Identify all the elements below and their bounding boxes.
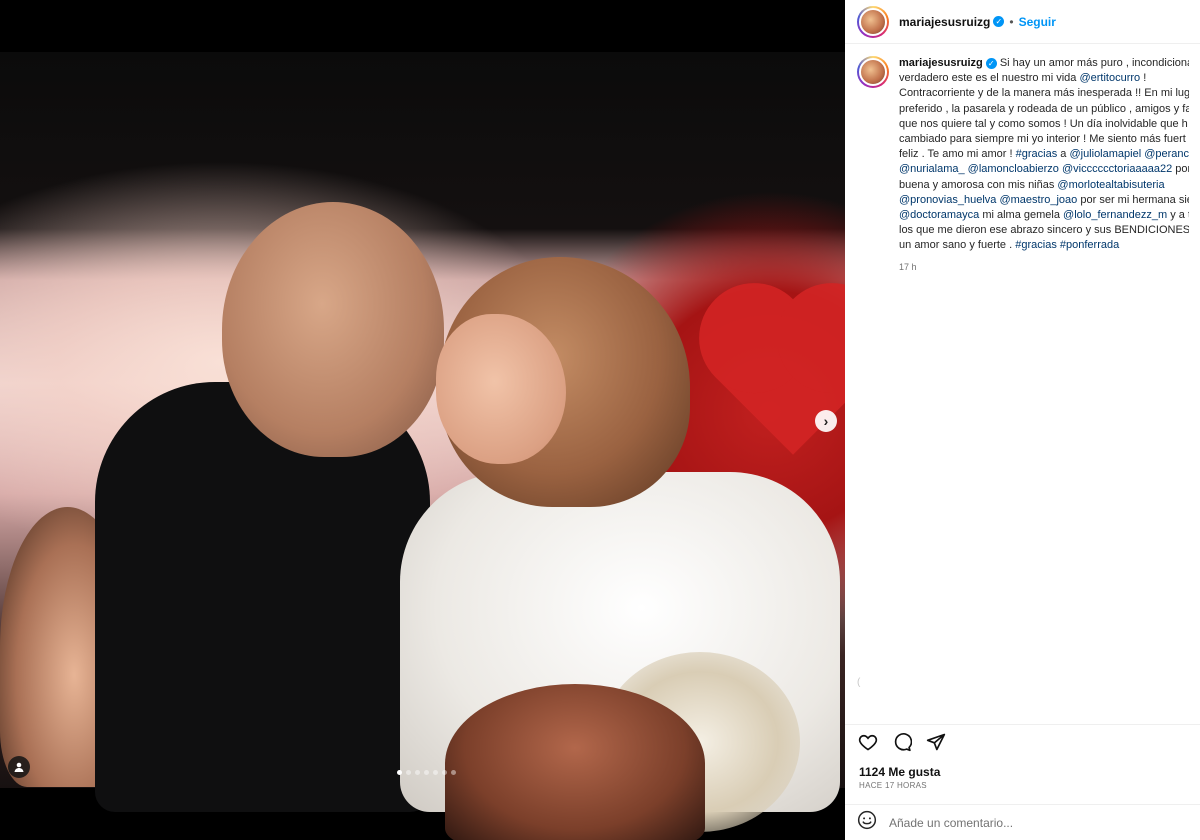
caption-username[interactable]: mariajesusruizg bbox=[899, 57, 983, 69]
emoji-icon[interactable] bbox=[857, 810, 877, 835]
verified-badge-icon: ✓ bbox=[985, 57, 997, 69]
caption-line: @nurialama_ @lamoncloabierzo @viccccccto… bbox=[899, 163, 1189, 176]
user-tag-icon[interactable] bbox=[8, 756, 30, 778]
post-header: mariajesusruizg ✓ • Seguir bbox=[845, 0, 1200, 44]
caption-line: Contracorriente y de la manera más inesp… bbox=[899, 87, 1189, 100]
child-head-foreground bbox=[445, 684, 705, 840]
caption-line: que nos quiere tal y como somos ! Un día… bbox=[899, 117, 1188, 130]
comment-box bbox=[845, 804, 1200, 840]
caption-lines: mariajesusruizg ✓ Si hay un amor más puro… bbox=[899, 56, 1189, 254]
mention-link[interactable]: @peranc bbox=[1144, 148, 1189, 160]
avatar[interactable] bbox=[857, 5, 889, 38]
mention-link[interactable]: @ertitocurro bbox=[1079, 72, 1140, 84]
action-bar bbox=[845, 724, 1200, 758]
caption-line: buena y amorosa con mis niñas @morloteal… bbox=[899, 178, 1165, 191]
header-separator: • bbox=[1009, 14, 1014, 29]
wedding-kiss-photo[interactable] bbox=[0, 52, 845, 840]
caption-line: los que me dieron ese abrazo sincero y s… bbox=[899, 224, 1189, 237]
caption-line: un amor sano y fuerte . #gracias #ponfer… bbox=[899, 239, 1120, 252]
paper-plane-icon[interactable] bbox=[925, 731, 947, 753]
header-username[interactable]: mariajesusruizg bbox=[899, 15, 990, 29]
post-date: HACE 17 HORAS bbox=[859, 781, 927, 790]
caption-line: mariajesusruizg ✓ Si hay un amor más puro… bbox=[899, 57, 1189, 69]
mention-link[interactable]: @lolo_fernandezz_m bbox=[1063, 209, 1167, 221]
post-media[interactable]: › bbox=[0, 0, 845, 840]
caption-line: preferido , la pasarela y rodeada de un … bbox=[899, 102, 1189, 115]
carousel-dot[interactable] bbox=[442, 770, 447, 775]
caption: mariajesusruizg ✓ Si hay un amor más puro… bbox=[845, 44, 1200, 672]
follow-button[interactable]: Seguir bbox=[1019, 15, 1056, 29]
caption-avatar[interactable] bbox=[857, 56, 889, 88]
carousel-indicator bbox=[397, 770, 456, 775]
mention-link[interactable]: @morlotealtabisuteria bbox=[1057, 179, 1164, 191]
carousel-dot[interactable] bbox=[424, 770, 429, 775]
post-detail-panel: mariajesusruizg ✓ • Seguir mariajesusrui… bbox=[845, 0, 1200, 840]
hashtag-link[interactable]: #ponferrada bbox=[1060, 239, 1119, 251]
caption-line: verdadero este es el nuestro mi vida @er… bbox=[899, 72, 1147, 85]
caption-line: cambiado para siempre mi yo interior ! M… bbox=[899, 133, 1186, 146]
verified-badge-icon: ✓ bbox=[993, 16, 1005, 27]
carousel-dot[interactable] bbox=[433, 770, 438, 775]
caption-line: @pronovias_huelva @maestro_joao por ser … bbox=[899, 193, 1189, 206]
mention-link[interactable]: @lamoncloabierzo bbox=[968, 163, 1059, 175]
caption-text: mariajesusruizg ✓ Si hay un amor más puro… bbox=[899, 56, 1189, 672]
caption-line: feliz . Te amo mi amor ! #gracias a @jul… bbox=[899, 148, 1189, 161]
mention-link[interactable]: @doctoramayca bbox=[899, 209, 979, 221]
carousel-dot[interactable] bbox=[415, 770, 420, 775]
carousel-dot[interactable] bbox=[406, 770, 411, 775]
carousel-dot[interactable] bbox=[451, 770, 456, 775]
like-count[interactable]: 1124 Me gusta bbox=[859, 765, 940, 779]
carousel-dot[interactable] bbox=[397, 770, 402, 775]
mention-link[interactable]: @pronovias_huelva bbox=[899, 194, 996, 206]
caption-timestamp[interactable]: 17 h bbox=[899, 260, 1189, 275]
mention-link[interactable]: @juliolamapiel bbox=[1069, 148, 1141, 160]
mention-link[interactable]: @vicccccctoriaaaaa22 bbox=[1062, 163, 1172, 175]
hashtag-link[interactable]: #gracias bbox=[1016, 148, 1058, 160]
chevron-right-icon[interactable]: › bbox=[815, 410, 837, 432]
mention-link[interactable]: @nurialama_ bbox=[899, 163, 965, 175]
hashtag-link[interactable]: #gracias bbox=[1015, 239, 1057, 251]
caption-line: @doctoramayca mi alma gemela @lolo_ferna… bbox=[899, 209, 1189, 222]
heart-icon[interactable] bbox=[857, 731, 879, 753]
comment-icon[interactable] bbox=[891, 731, 913, 753]
groom-head bbox=[222, 202, 444, 457]
scroll-marker: ( bbox=[857, 677, 861, 688]
mention-link[interactable]: @maestro_joao bbox=[999, 194, 1077, 206]
comment-input[interactable] bbox=[889, 815, 1169, 830]
